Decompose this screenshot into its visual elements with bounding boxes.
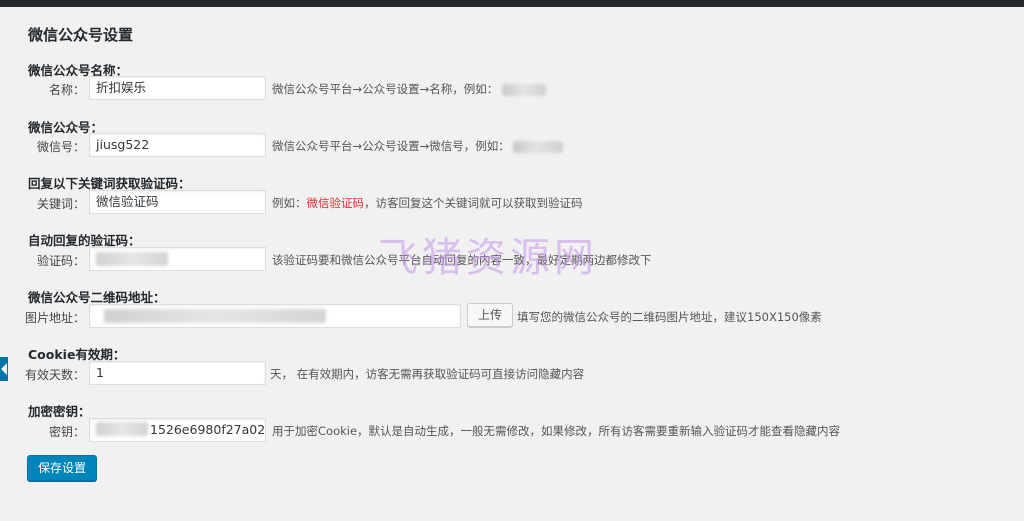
keyword-desc-highlight: 微信验证码 bbox=[306, 196, 365, 210]
cookie-description: 天， 在有效期内，访客无需再获取验证码可直接访问隐藏内容 bbox=[270, 367, 585, 381]
watermark: 飞猪资源网 bbox=[378, 235, 598, 281]
upload-button[interactable]: 上传 bbox=[467, 303, 514, 327]
section-title-secret: 加密密钥： bbox=[28, 404, 91, 419]
redacted-value bbox=[104, 309, 326, 323]
cookie-days-input[interactable]: 1 bbox=[89, 361, 266, 385]
redacted-value bbox=[96, 252, 168, 266]
keyword-description: 例如：微信验证码，访客回复这个关键词就可以获取到验证码 bbox=[272, 195, 583, 211]
keyword-desc-prefix: 例如： bbox=[272, 196, 307, 210]
keyword-desc-suffix: ，访客回复这个关键词就可以获取到验证码 bbox=[364, 196, 583, 210]
redacted-value bbox=[96, 422, 148, 436]
cookie-label: 有效天数： bbox=[24, 368, 85, 382]
account-description: 微信公众号平台→公众号设置→微信号，例如： bbox=[272, 138, 564, 154]
name-label: 名称： bbox=[48, 83, 85, 97]
qrcode-url-input[interactable] bbox=[89, 304, 461, 328]
account-input[interactable]: jiusg522 bbox=[89, 133, 266, 157]
keyword-label: 关键词： bbox=[36, 197, 85, 211]
page-title: 微信公众号设置 bbox=[28, 26, 134, 44]
account-description-text: 微信公众号平台→公众号设置→微信号，例如： bbox=[272, 139, 510, 153]
account-label: 微信号： bbox=[36, 140, 85, 154]
secret-description: 用于加密Cookie，默认是自动生成，一般无需修改，如果修改，所有访客需要重新输… bbox=[272, 424, 841, 438]
save-settings-button[interactable]: 保存设置 bbox=[27, 455, 98, 481]
qrcode-label: 图片地址： bbox=[24, 311, 85, 325]
keyword-input[interactable]: 微信验证码 bbox=[89, 190, 266, 214]
name-input[interactable]: 折扣娱乐 bbox=[89, 76, 266, 100]
qrcode-description: 填写您的微信公众号的二维码图片地址，建议150X150像素 bbox=[517, 310, 822, 324]
secret-label: 密钥： bbox=[48, 425, 85, 439]
name-description-text: 微信公众号平台→公众号设置→名称，例如： bbox=[272, 82, 499, 96]
autocode-label: 验证码： bbox=[36, 254, 85, 268]
redacted-example bbox=[513, 140, 564, 153]
redacted-example bbox=[501, 83, 546, 96]
autocode-input[interactable] bbox=[89, 247, 266, 271]
admin-top-bar bbox=[0, 0, 1024, 7]
name-description: 微信公众号平台→公众号设置→名称，例如： bbox=[272, 81, 546, 97]
settings-form: 微信公众号设置 微信公众号名称： 名称： 折扣娱乐 微信公众号平台→公众号设置→… bbox=[0, 7, 1024, 521]
